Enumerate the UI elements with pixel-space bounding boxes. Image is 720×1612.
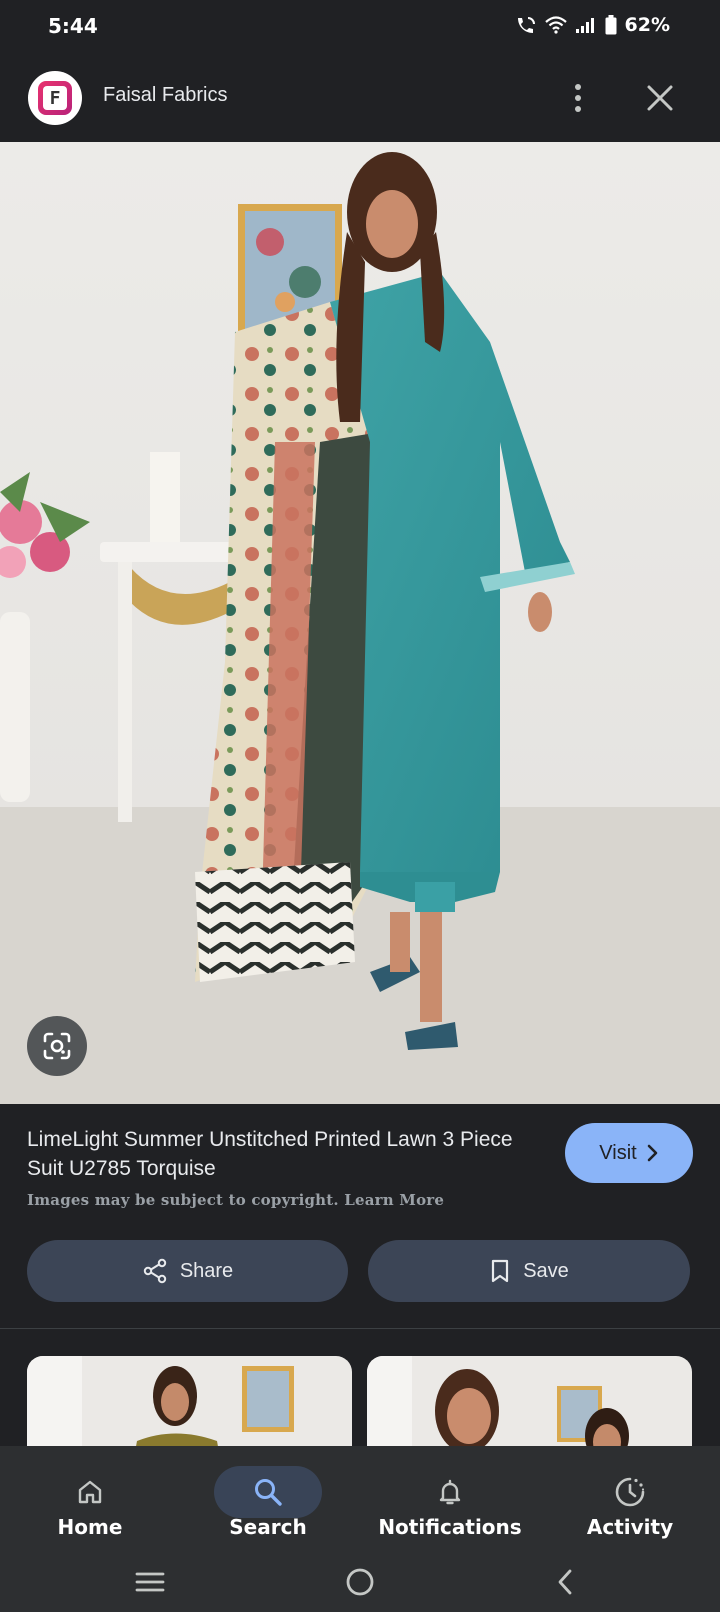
nav-search[interactable]: Search	[178, 1446, 358, 1550]
site-logo[interactable]: F	[28, 71, 82, 125]
system-nav-bar	[0, 1550, 720, 1612]
bottom-nav: Home Search Notifications Activity	[0, 1446, 720, 1550]
visit-button[interactable]: Visit	[565, 1123, 693, 1183]
nav-home-label: Home	[57, 1515, 123, 1539]
nav-notifications[interactable]: Notifications	[360, 1446, 540, 1550]
save-button[interactable]: Save	[368, 1240, 690, 1302]
lens-search-button[interactable]	[27, 1016, 87, 1076]
share-button[interactable]: Share	[27, 1240, 348, 1302]
copyright-note[interactable]: Images may be subject to copyright. Lear…	[27, 1191, 444, 1209]
recents-icon	[135, 1572, 165, 1592]
back-icon	[558, 1569, 572, 1595]
signal-icon	[575, 18, 594, 33]
share-icon	[143, 1258, 167, 1284]
nav-activity-label: Activity	[586, 1515, 674, 1539]
recent-apps-button[interactable]	[128, 1560, 172, 1604]
home-button[interactable]	[338, 1560, 382, 1604]
search-icon	[255, 1479, 282, 1506]
section-divider	[0, 1328, 720, 1329]
status-bar: 5:44 62%	[0, 0, 720, 54]
nav-home[interactable]: Home	[0, 1446, 180, 1550]
nav-activity[interactable]: Activity	[540, 1446, 720, 1550]
bookmark-icon	[492, 1259, 509, 1283]
close-icon	[647, 85, 673, 111]
more-options-button[interactable]	[560, 78, 596, 118]
status-icons: 62%	[515, 14, 670, 36]
lens-icon	[43, 1032, 71, 1060]
battery-percent: 62%	[624, 14, 670, 36]
chevron-right-icon	[647, 1144, 658, 1162]
wifi-icon	[544, 16, 567, 34]
share-label: Share	[179, 1259, 234, 1282]
site-logo-letter: F	[43, 86, 67, 110]
home-icon	[78, 1480, 102, 1504]
nav-search-label: Search	[229, 1515, 307, 1539]
product-title[interactable]: LimeLight Summer Unstitched Printed Lawn…	[27, 1125, 537, 1183]
nav-notifications-label: Notifications	[378, 1515, 522, 1539]
save-label: Save	[523, 1259, 569, 1282]
close-button[interactable]	[640, 78, 680, 118]
bell-icon	[439, 1479, 461, 1505]
status-time: 5:44	[48, 14, 98, 38]
result-header: F Faisal Fabrics	[0, 54, 720, 142]
battery-icon	[605, 15, 617, 35]
product-image[interactable]	[0, 142, 720, 1104]
back-button[interactable]	[543, 1560, 587, 1604]
activity-icon	[615, 1477, 645, 1507]
visit-label: Visit	[599, 1141, 637, 1164]
product-photo	[0, 142, 720, 1104]
wifi-call-icon	[517, 17, 535, 33]
home-circle-icon	[346, 1568, 374, 1596]
site-name[interactable]: Faisal Fabrics	[103, 84, 227, 107]
